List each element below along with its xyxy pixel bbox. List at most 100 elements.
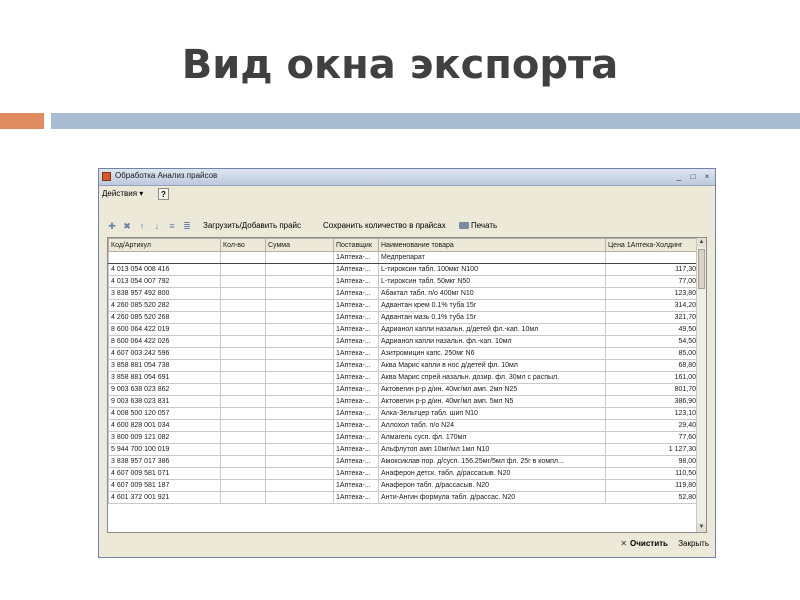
table-row[interactable]: 4 607 003 242 596 1Аптека-... Азитромицин … <box>108 347 699 360</box>
move-down-icon[interactable]: ↓ <box>152 221 162 231</box>
cell-supplier: 1Аптека-... <box>333 455 379 468</box>
cell-quantity[interactable] <box>220 431 266 444</box>
column-header-code[interactable]: Код/Артикул <box>108 238 221 252</box>
minimize-button[interactable]: _ <box>673 171 685 182</box>
window-titlebar[interactable]: Обработка Анализ прайсов _ □ × <box>99 169 715 186</box>
vertical-scrollbar[interactable]: ▲ ▼ <box>696 238 706 532</box>
help-button[interactable]: ? <box>158 188 169 200</box>
cell-sum[interactable] <box>265 407 334 420</box>
cell-quantity[interactable] <box>220 311 266 324</box>
cell-sum[interactable] <box>265 323 334 336</box>
cell-sum[interactable] <box>265 491 334 504</box>
cell-quantity[interactable] <box>220 455 266 468</box>
cell-code: 3 838 957 017 386 <box>108 455 221 468</box>
close-button[interactable]: Закрыть <box>678 539 709 548</box>
cell-quantity[interactable] <box>220 251 266 264</box>
price-grid[interactable]: Код/Артикул Кол-во Сумма Поставщик Наиме… <box>107 237 707 533</box>
table-row[interactable]: 8 600 064 422 026 1Аптека-... Адрианол кап… <box>108 335 699 348</box>
table-row[interactable]: 4 607 009 581 187 1Аптека-... Анаферон таб… <box>108 479 699 492</box>
cell-quantity[interactable] <box>220 395 266 408</box>
cell-sum[interactable] <box>265 359 334 372</box>
cell-sum[interactable] <box>265 251 334 264</box>
cell-sum[interactable] <box>265 443 334 456</box>
close-window-button[interactable]: × <box>701 171 713 182</box>
table-row[interactable]: 3 838 957 017 386 1Аптека-... Амоксиклав п… <box>108 455 699 468</box>
cell-sum[interactable] <box>265 347 334 360</box>
scroll-thumb[interactable] <box>698 249 705 289</box>
column-header-name[interactable]: Наименование товара <box>378 238 606 252</box>
actions-menu[interactable]: Действия ▾ <box>102 189 143 198</box>
cell-quantity[interactable] <box>220 491 266 504</box>
save-quantity-button[interactable]: Сохранить количество в прайсах <box>323 221 446 230</box>
add-row-icon[interactable]: ✚ <box>107 221 117 231</box>
table-row[interactable]: 8 600 064 422 019 1Аптека-... Адрианол кап… <box>108 323 699 336</box>
sort-desc-icon[interactable]: ≣ <box>182 221 192 231</box>
table-row[interactable]: 3 858 881 054 738 1Аптека-... Аква Марис к… <box>108 359 699 372</box>
table-row[interactable]: 1Аптека-... Медпрепарат <box>108 251 699 264</box>
table-row[interactable]: 4 260 085 520 282 1Аптека-... Адвантан кре… <box>108 299 699 312</box>
cell-quantity[interactable] <box>220 323 266 336</box>
cell-price: 68,80 <box>605 359 699 372</box>
maximize-button[interactable]: □ <box>687 171 699 182</box>
cell-quantity[interactable] <box>220 335 266 348</box>
delete-row-icon[interactable]: ✖ <box>122 221 132 231</box>
table-row[interactable]: 4 013 054 007 792 1Аптека-... L-тироксин т… <box>108 275 699 288</box>
clear-button[interactable]: ✕ Очистить <box>620 539 668 548</box>
table-row[interactable]: 4 600 828 001 034 1Аптека-... Аллохол табл… <box>108 419 699 432</box>
table-row[interactable]: 4 013 054 008 416 1Аптека-... L-тироксин т… <box>108 263 699 276</box>
table-row[interactable]: 3 838 957 492 800 1Аптека-... Абактал табл… <box>108 287 699 300</box>
cell-sum[interactable] <box>265 419 334 432</box>
cell-sum[interactable] <box>265 431 334 444</box>
table-row[interactable]: 4 601 372 001 921 1Аптека-... Анти-Ангин ф… <box>108 491 699 504</box>
table-row[interactable]: 3 858 881 054 691 1Аптека-... Аква Марис с… <box>108 371 699 384</box>
column-header-supplier[interactable]: Поставщик <box>333 238 379 252</box>
table-row[interactable]: 9 003 638 023 862 1Аптека-... Актовегин р-… <box>108 383 699 396</box>
cell-sum[interactable] <box>265 335 334 348</box>
cell-sum[interactable] <box>265 371 334 384</box>
column-header-price[interactable]: Цена 1Аптека-Холдинг <box>605 238 699 252</box>
sort-asc-icon[interactable]: ≡ <box>167 221 177 231</box>
cell-price: 801,70 <box>605 383 699 396</box>
cell-sum[interactable] <box>265 263 334 276</box>
cell-quantity[interactable] <box>220 467 266 480</box>
cell-quantity[interactable] <box>220 371 266 384</box>
table-row[interactable]: 4 607 009 581 071 1Аптека-... Анаферон дет… <box>108 467 699 480</box>
column-header-quantity[interactable]: Кол-во <box>220 238 266 252</box>
slide-title: Вид окна экспорта <box>181 42 619 88</box>
table-row[interactable]: 5 944 700 100 019 1Аптека-... Альфлутоп ам… <box>108 443 699 456</box>
cell-name: Анти-Ангин формула табл. д/рассас. N20 <box>378 491 606 504</box>
cell-sum[interactable] <box>265 479 334 492</box>
cell-sum[interactable] <box>265 299 334 312</box>
cell-quantity[interactable] <box>220 275 266 288</box>
move-up-icon[interactable]: ↑ <box>137 221 147 231</box>
cell-quantity[interactable] <box>220 287 266 300</box>
cell-sum[interactable] <box>265 395 334 408</box>
cell-supplier: 1Аптека-... <box>333 347 379 360</box>
cell-name: Медпрепарат <box>378 251 606 264</box>
cell-sum[interactable] <box>265 467 334 480</box>
cell-quantity[interactable] <box>220 347 266 360</box>
cell-quantity[interactable] <box>220 359 266 372</box>
cell-sum[interactable] <box>265 455 334 468</box>
cell-quantity[interactable] <box>220 383 266 396</box>
cell-quantity[interactable] <box>220 443 266 456</box>
cell-quantity[interactable] <box>220 263 266 276</box>
load-price-button[interactable]: Загрузить/Добавить прайс <box>203 221 301 230</box>
cell-sum[interactable] <box>265 275 334 288</box>
table-row[interactable]: 9 003 638 023 831 1Аптека-... Актовегин р-… <box>108 395 699 408</box>
cell-sum[interactable] <box>265 287 334 300</box>
scroll-up-icon[interactable]: ▲ <box>697 238 706 247</box>
print-button[interactable]: Печать <box>459 221 497 230</box>
table-row[interactable]: 4 008 500 120 057 1Аптека-... Алка-Зельтце… <box>108 407 699 420</box>
cell-quantity[interactable] <box>220 419 266 432</box>
scroll-down-icon[interactable]: ▼ <box>697 523 706 532</box>
cell-supplier: 1Аптека-... <box>333 335 379 348</box>
cell-sum[interactable] <box>265 383 334 396</box>
cell-quantity[interactable] <box>220 299 266 312</box>
table-row[interactable]: 3 800 009 121 082 1Аптека-... Алмагель сус… <box>108 431 699 444</box>
cell-quantity[interactable] <box>220 479 266 492</box>
column-header-sum[interactable]: Сумма <box>265 238 334 252</box>
table-row[interactable]: 4 260 085 520 268 1Аптека-... Адвантан маз… <box>108 311 699 324</box>
cell-quantity[interactable] <box>220 407 266 420</box>
cell-sum[interactable] <box>265 311 334 324</box>
